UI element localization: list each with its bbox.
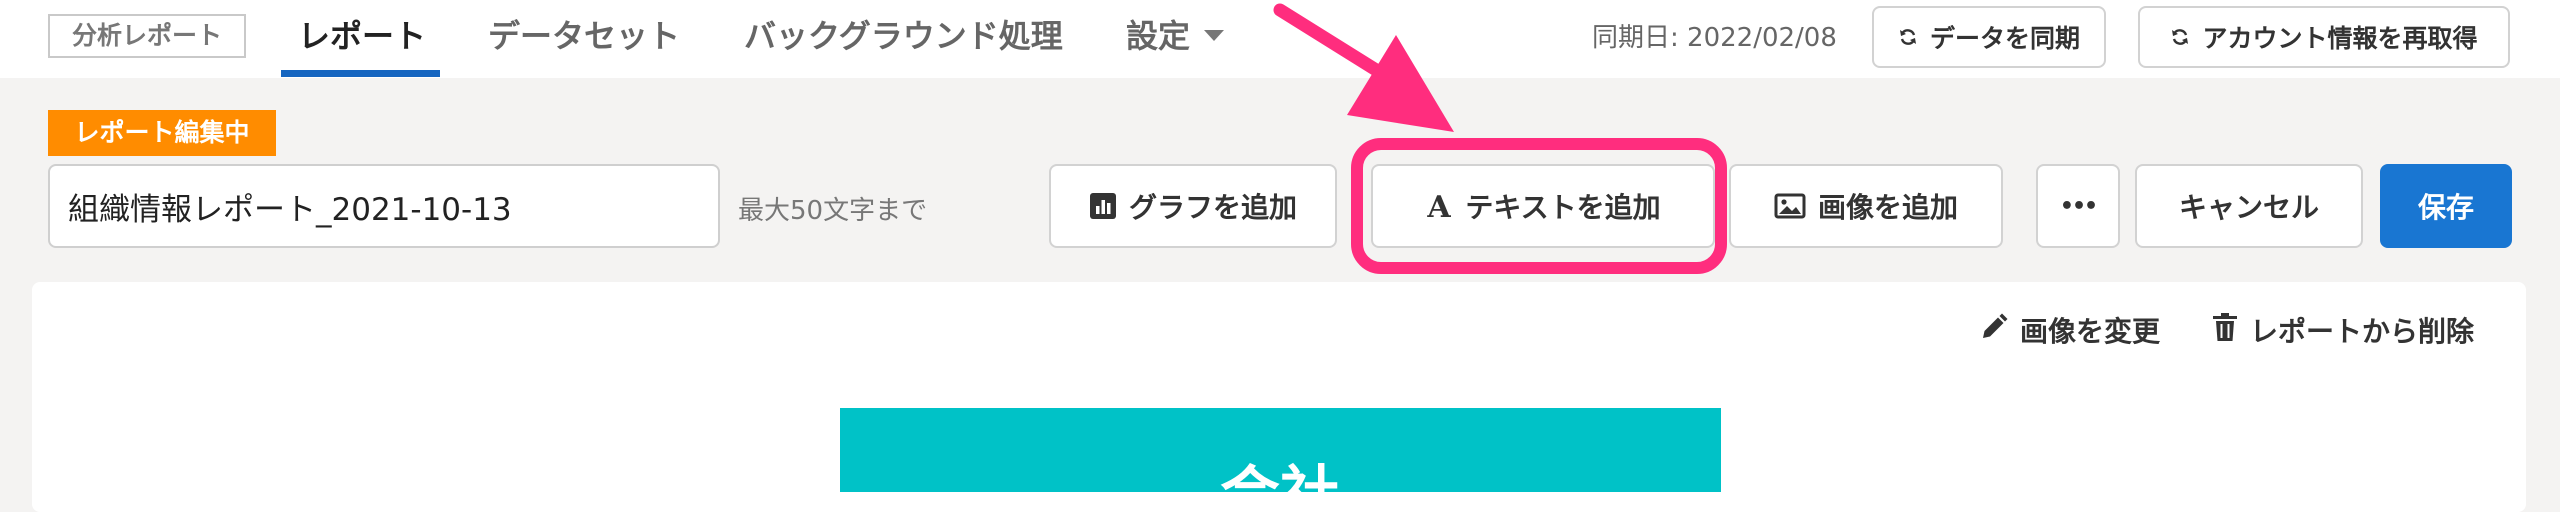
annotation-arrow-icon — [1273, 3, 1454, 132]
